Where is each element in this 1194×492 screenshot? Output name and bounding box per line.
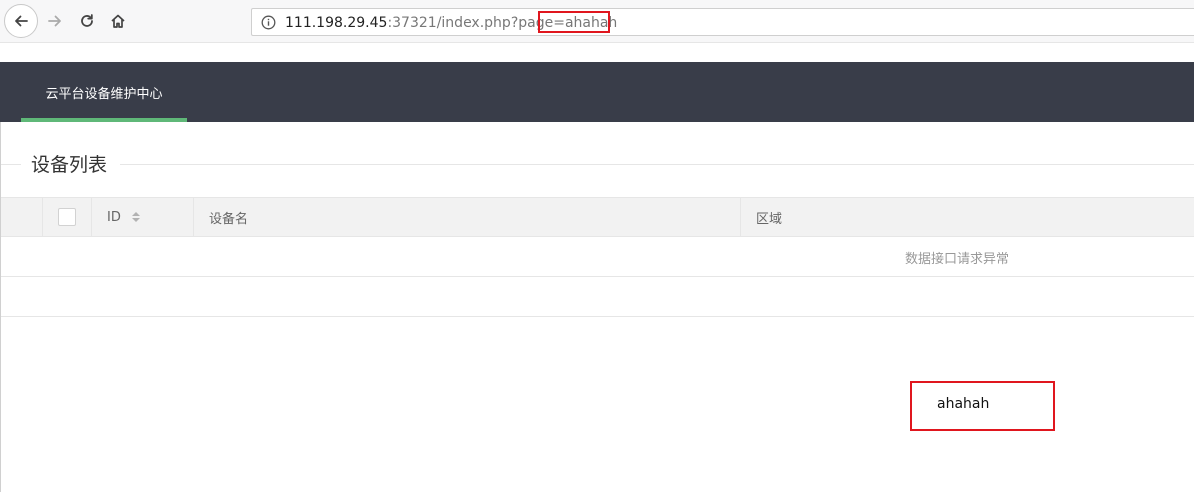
table-error-message: 数据接口请求异常 [905,252,1010,267]
forward-button[interactable] [38,4,72,38]
table-header-id[interactable]: ID [92,198,194,236]
table-empty-row: 数据接口请求异常 [1,237,1194,277]
address-bar[interactable]: 111.198.29.45:37321/index.php?page=ahaha… [251,8,1194,36]
home-button[interactable] [101,4,135,38]
column-label-region: 区域 [756,211,783,227]
table-header: ID 设备名 区域 [1,197,1194,237]
fieldset-line-right [120,164,1194,165]
select-all-checkbox[interactable] [58,208,76,226]
table-pagination-row [1,277,1194,317]
app-header: 云平台设备维护中心 [0,62,1194,122]
info-icon [261,15,276,30]
url-host: 111.198.29.45 [285,15,388,31]
table-header-region: 区域 [741,198,1194,236]
echo-output-text: ahahah [937,396,990,412]
home-icon [111,14,125,28]
reload-button[interactable] [70,4,104,38]
fieldset-line-left [1,164,21,165]
sort-icon[interactable] [131,211,141,223]
nav-active-indicator [21,118,187,122]
column-label-id: ID [107,209,121,225]
column-label-device-name: 设备名 [209,211,249,227]
forward-arrow-icon [48,15,61,27]
page-title: 设备列表 [31,154,108,176]
table-header-device-name: 设备名 [194,198,741,236]
browser-toolbar: 111.198.29.45:37321/index.php?page=ahaha… [0,0,1194,43]
table-header-blank [1,198,43,236]
back-arrow-icon [15,15,28,27]
table-header-checkbox-cell [43,198,92,236]
reload-icon [81,14,93,27]
url-highlight-box [538,11,610,33]
back-button[interactable] [4,4,38,38]
url-port: :37321 [387,15,437,31]
nav-item-device-center[interactable]: 云平台设备维护中心 [21,62,187,122]
